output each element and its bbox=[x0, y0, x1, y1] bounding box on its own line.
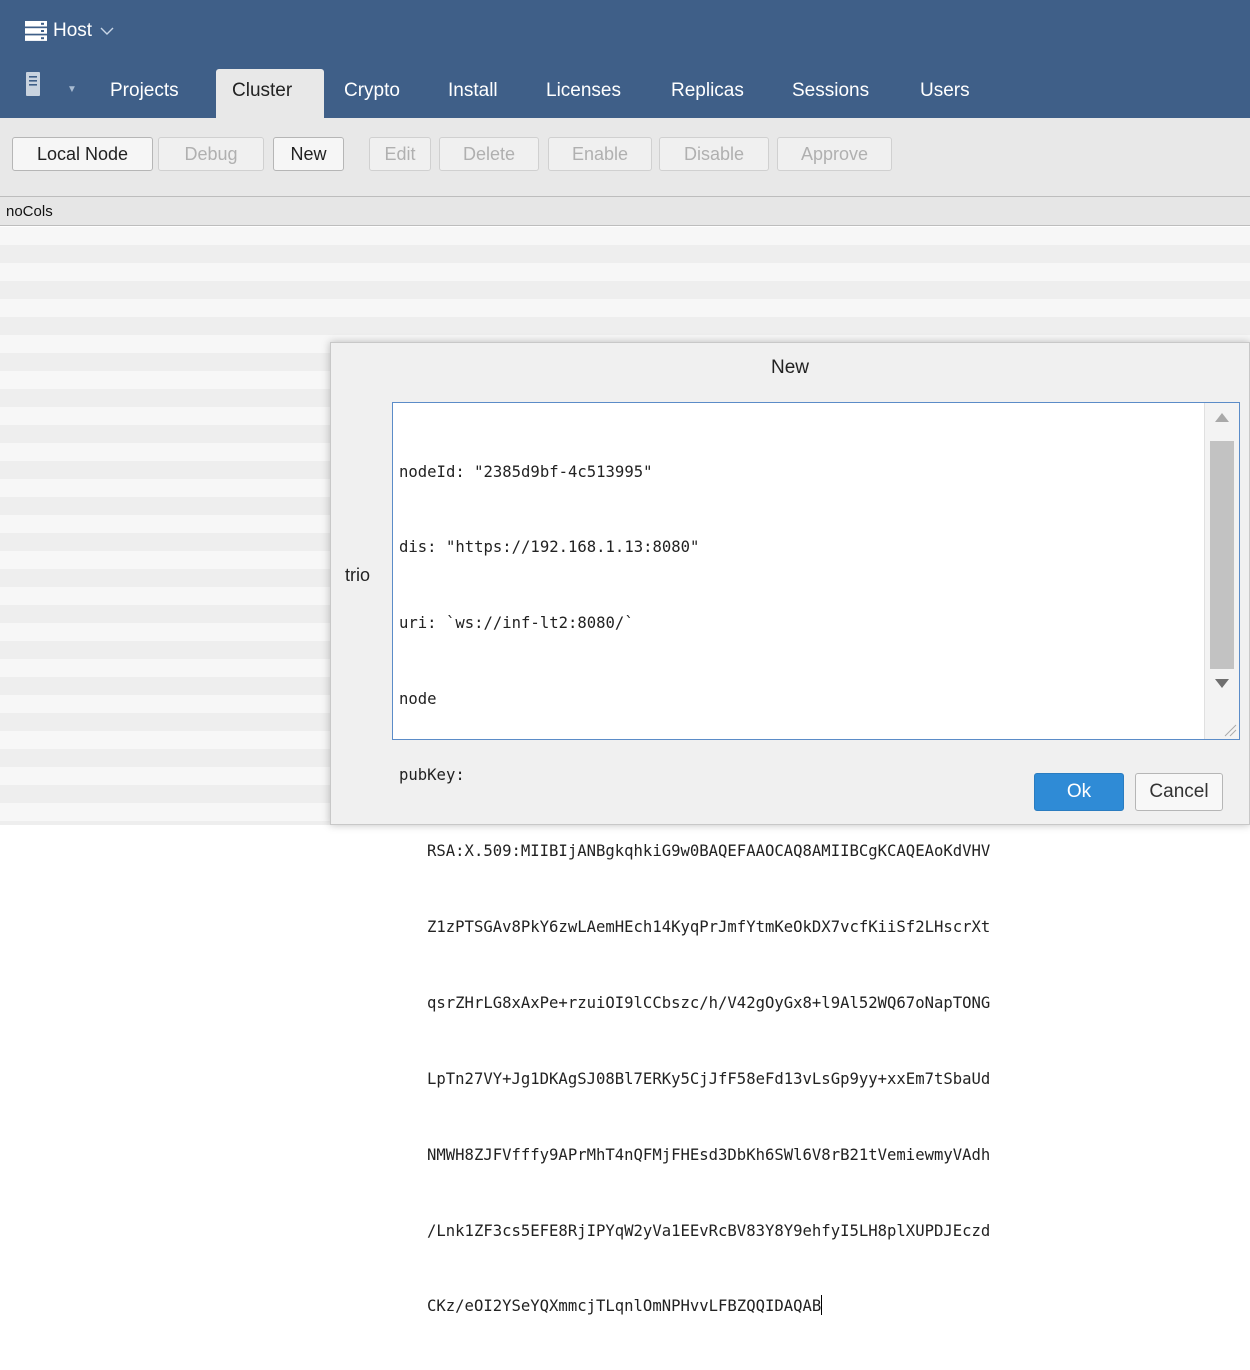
new-dialog: New trio nodeId: "2385d9bf-4c513995" dis… bbox=[330, 342, 1250, 1316]
pubkey-last-text: CKz/eOI2YSeYQXmmcjTLqnlOmNPHvvLFBZQQIDAQ… bbox=[427, 1297, 822, 1316]
dialog-title: New bbox=[770, 357, 809, 378]
text-caret bbox=[821, 1295, 823, 1316]
trio-label: trio bbox=[345, 565, 371, 585]
server-icon bbox=[25, 21, 47, 41]
ok-button[interactable]: Ok bbox=[1034, 773, 1124, 811]
host-label[interactable]: Host bbox=[53, 20, 92, 42]
pubkey-line: Z1zPTSGAv8PkY6zwLAemHEch14KyqPrJmfYtmKeO… bbox=[427, 917, 991, 936]
grid-spacer bbox=[0, 188, 1250, 196]
pubkey-line: /Lnk1ZF3cs5EFE8RjIPYqW2yVa1EEvRcBV83Y8Y9… bbox=[427, 1221, 991, 1240]
edit-button[interactable]: Edit bbox=[369, 137, 431, 171]
tab-licenses[interactable]: Licenses bbox=[530, 69, 637, 118]
text-line: uri: `ws://inf-lt2:8080/` bbox=[399, 614, 634, 633]
grid-column-header[interactable]: noCols bbox=[0, 196, 1250, 226]
new-button[interactable]: New bbox=[273, 137, 344, 171]
scroll-thumb[interactable] bbox=[1210, 441, 1234, 669]
local-node-button[interactable]: Local Node bbox=[12, 137, 153, 171]
tab-install[interactable]: Install bbox=[432, 69, 514, 118]
tab-crypto[interactable]: Crypto bbox=[328, 69, 416, 118]
tab-sessions[interactable]: Sessions bbox=[776, 69, 885, 118]
pubkey-line: LpTn27VY+Jg1DKAgSJ08Bl7ERKy5CjJfF58eFd13… bbox=[427, 1069, 991, 1088]
tab-cluster[interactable]: Cluster bbox=[216, 69, 324, 118]
text-line: dis: "https://192.168.1.13:8080" bbox=[399, 538, 700, 557]
textarea-scrollbar[interactable] bbox=[1204, 403, 1239, 739]
delete-button[interactable]: Delete bbox=[439, 137, 539, 171]
tab-bar: ▼ Projects Cluster Crypto Install Licens… bbox=[0, 62, 1250, 118]
debug-button[interactable]: Debug bbox=[158, 137, 264, 171]
tab-users[interactable]: Users bbox=[904, 69, 986, 118]
text-line: node bbox=[399, 690, 437, 709]
disable-button[interactable]: Disable bbox=[659, 137, 769, 171]
pubkey-line: NMWH8ZJFVfffy9APrMhT4nQFMjFHEsd3DbKh6SWl… bbox=[427, 1145, 991, 1164]
toolbar: Local Node Debug New Edit Delete Enable … bbox=[0, 118, 1250, 189]
chevron-down-icon[interactable] bbox=[100, 24, 114, 38]
title-bar: Host bbox=[0, 0, 1250, 62]
trio-textarea[interactable]: nodeId: "2385d9bf-4c513995" dis: "https:… bbox=[392, 402, 1240, 1316]
document-menu-icon[interactable] bbox=[26, 72, 40, 96]
scroll-up-arrow-icon[interactable] bbox=[1215, 413, 1229, 422]
pubkey-line: RSA:X.509:MIIBIjANBgkqhkiG9w0BAQEFAAOCAQ… bbox=[427, 842, 991, 861]
text-line: nodeId: "2385d9bf-4c513995" bbox=[399, 462, 653, 481]
approve-button[interactable]: Approve bbox=[777, 137, 892, 171]
tab-projects[interactable]: Projects bbox=[94, 69, 195, 118]
enable-button[interactable]: Enable bbox=[548, 137, 652, 171]
cancel-button[interactable]: Cancel bbox=[1135, 773, 1223, 811]
pubkey-line: qsrZHrLG8xAxPe+rzuiOI9lCCbszc/h/V42gOyGx… bbox=[427, 993, 991, 1012]
tab-replicas[interactable]: Replicas bbox=[655, 69, 760, 118]
menu-dropdown-icon[interactable]: ▼ bbox=[67, 84, 77, 95]
textarea-content[interactable]: nodeId: "2385d9bf-4c513995" dis: "https:… bbox=[399, 409, 1205, 1370]
pubkey-line-last: CKz/eOI2YSeYQXmmcjTLqnlOmNPHvvLFBZQQIDAQ… bbox=[399, 1294, 1205, 1319]
scroll-down-arrow-icon[interactable] bbox=[1215, 679, 1229, 688]
resize-grip-icon[interactable] bbox=[1221, 721, 1237, 737]
